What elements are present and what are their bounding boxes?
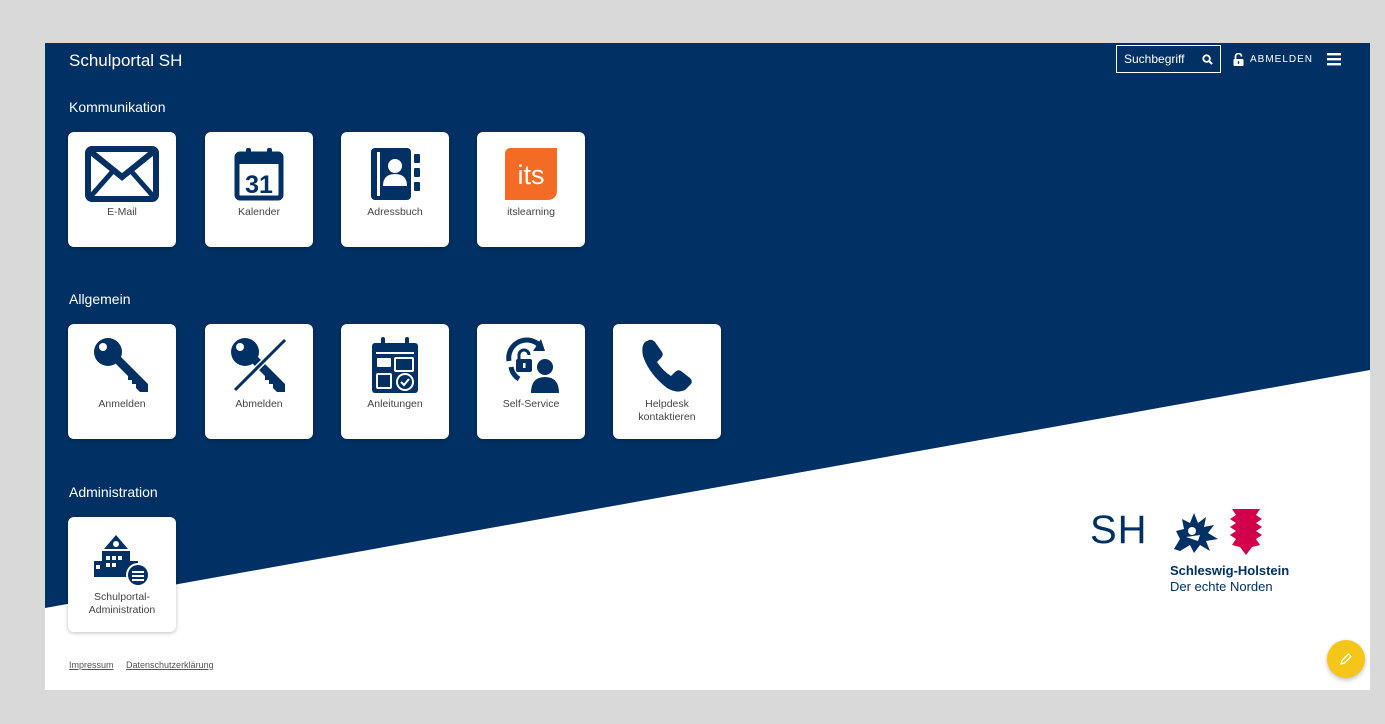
key-icon [94, 338, 148, 392]
hamburger-menu-icon[interactable] [1326, 51, 1342, 67]
section-title-kommunikation: Kommunikation [69, 99, 166, 115]
address-book-icon [371, 148, 420, 200]
search-icon [1201, 53, 1213, 65]
tile-self-service[interactable]: Self-Service [477, 324, 585, 439]
guides-icon [372, 337, 418, 393]
key-crossed-icon [231, 337, 288, 393]
tile-email[interactable]: E-Mail [68, 132, 176, 247]
tile-logout[interactable]: Abmelden [205, 324, 313, 439]
tile-self-service-label: Self-Service [502, 398, 560, 410]
footer: Impressum Datenschutzerklärung [69, 660, 224, 670]
tile-login[interactable]: Anmelden [68, 324, 176, 439]
tile-helpdesk[interactable]: Helpdesk kontaktieren [613, 324, 721, 439]
logout-link[interactable]: ABMELDEN [1233, 49, 1313, 69]
tile-school-admin-label: Schulportal-Administration [88, 591, 156, 616]
svg-text:its: its [518, 160, 545, 190]
section-title-administration: Administration [69, 484, 158, 500]
itslearning-logo: its [505, 148, 557, 200]
tile-guides[interactable]: Anleitungen [341, 324, 449, 439]
phone-icon [642, 339, 692, 392]
lion-icon [1174, 513, 1218, 553]
mail-icon [85, 146, 159, 202]
svg-text:31: 31 [245, 171, 273, 199]
school-admin-icon [94, 535, 150, 587]
tile-logout-label: Abmelden [235, 398, 283, 410]
nettle-leaf-icon [1230, 509, 1262, 555]
search-button[interactable] [1195, 47, 1219, 71]
impressum-link[interactable]: Impressum [69, 660, 114, 670]
logout-label: ABMELDEN [1250, 53, 1314, 65]
sh-logo-line2: Der echte Norden [1170, 579, 1273, 594]
portal-page: Schulportal SH ABMELDEN Kommunikation [45, 43, 1370, 690]
privacy-link[interactable]: Datenschutzerklärung [126, 660, 214, 670]
tile-itslearning-label: itslearning [507, 206, 555, 218]
sh-logo-letters: SH [1090, 508, 1148, 552]
tile-guides-label: Anleitungen [367, 398, 423, 410]
calendar-icon: 31 [234, 148, 284, 201]
tile-login-label: Anmelden [98, 398, 146, 410]
search-box [1116, 45, 1221, 73]
tile-address-book-label: Adressbuch [367, 206, 423, 218]
sh-logo-line1: Schleswig-Holstein [1170, 563, 1290, 578]
search-input[interactable] [1117, 47, 1195, 71]
tile-address-book[interactable]: Adressbuch [341, 132, 449, 247]
tile-calendar[interactable]: 31 Kalender [205, 132, 313, 247]
tile-email-label: E-Mail [107, 206, 137, 218]
edit-fab-button[interactable] [1327, 640, 1365, 678]
self-service-icon [506, 337, 559, 393]
portal-title[interactable]: Schulportal SH [69, 51, 182, 71]
tile-itslearning[interactable]: its itslearning [477, 132, 585, 247]
tile-helpdesk-label: Helpdesk kontaktieren [638, 398, 696, 423]
pencil-icon [1340, 653, 1352, 665]
unlock-icon [1233, 52, 1244, 66]
section-title-allgemein: Allgemein [69, 291, 131, 307]
tile-calendar-label: Kalender [237, 206, 281, 218]
tile-school-admin[interactable]: Schulportal-Administration [68, 517, 176, 632]
schleswig-holstein-logo: SH Schleswig-Holstein Der echte Norden [1090, 501, 1310, 601]
